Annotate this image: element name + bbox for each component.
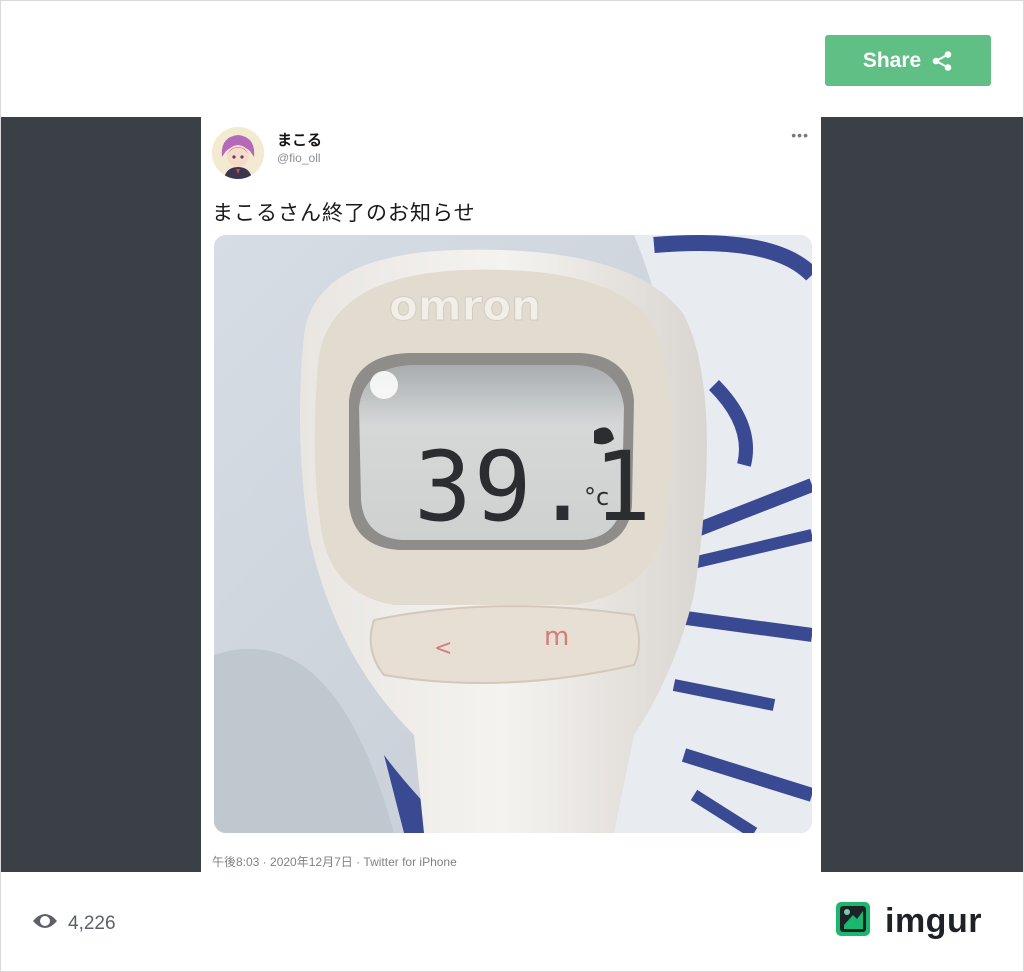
share-label: Share [862,48,922,72]
tweet-photo[interactable]: omron 39.1 °c < m [214,235,812,833]
view-count-value: 4,226 [68,913,116,934]
imgur-logo[interactable]: imgur [835,901,982,942]
tweet-author-handle[interactable]: @fio_oll [277,151,321,165]
tweet-text: まこるさん終了のお知らせ [212,202,476,225]
thermometer-brand: omron [389,281,541,330]
embed-frame: Share まこる @fio_oll ••• まこるさん終了のお知らせ omro… [0,0,1024,972]
tweet-author-name[interactable]: まこる [277,129,322,150]
tweet-timestamp[interactable]: 午後8:03 · 2020年12月7日 · Twitter for iPhone [212,853,457,870]
thermometer-back-button: < [434,636,452,661]
thermometer-memory-button: m [544,622,569,652]
view-count: 4,226 [32,911,116,937]
imgur-wordmark: imgur [885,902,982,940]
avatar[interactable] [212,127,264,179]
more-options-icon[interactable]: ••• [791,127,809,143]
tweet-card[interactable]: まこる @fio_oll ••• まこるさん終了のお知らせ omron 39.1… [201,117,821,872]
share-icon [931,50,953,72]
share-button[interactable]: Share [825,35,991,86]
imgur-logo-icon [835,901,871,942]
eye-icon [32,911,58,937]
thermometer-unit: °c [584,483,609,511]
thermometer-reading: 39.1 [414,431,653,543]
